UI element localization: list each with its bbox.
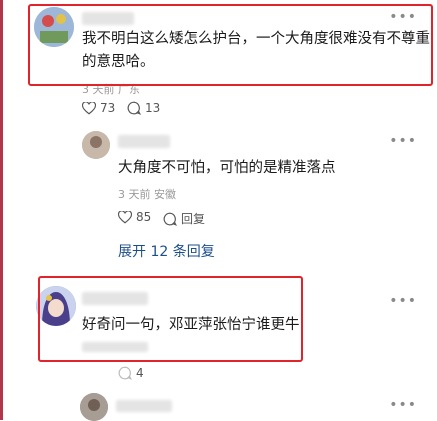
reply-text: 大角度不可怕，可怕的是精准落点	[118, 160, 336, 176]
reply-count: 13	[145, 101, 161, 115]
more-options-icon[interactable]: •••	[389, 133, 417, 149]
avatar-image-icon	[82, 131, 110, 159]
username-blurred	[116, 400, 172, 412]
reply-button[interactable]: 4	[118, 366, 144, 380]
like-button[interactable]: 73	[82, 101, 115, 115]
comment-bubble-icon	[118, 366, 132, 380]
reply-count: 4	[136, 366, 144, 380]
like-button[interactable]: 85	[118, 210, 151, 224]
more-options-icon[interactable]: •••	[389, 293, 417, 309]
heart-icon	[82, 101, 96, 114]
expand-replies-link[interactable]: 展开 12 条回复	[118, 241, 215, 261]
username-blurred	[118, 135, 170, 148]
highlight-box	[28, 4, 433, 86]
comment-bubble-icon	[127, 101, 141, 115]
avatar[interactable]	[82, 131, 110, 159]
highlight-box	[38, 276, 303, 362]
like-count: 85	[136, 210, 152, 224]
like-count: 73	[100, 101, 116, 115]
comment-bubble-icon	[163, 212, 177, 226]
reply-button[interactable]: 13	[127, 101, 160, 115]
heart-icon	[118, 210, 132, 223]
avatar-image-icon	[80, 393, 108, 421]
avatar[interactable]	[80, 393, 108, 421]
reply-button[interactable]: 回复	[163, 210, 205, 227]
more-options-icon[interactable]: •••	[389, 397, 417, 413]
reply-meta: 3 天前 安徽	[118, 188, 176, 201]
left-accent-bar	[0, 0, 3, 420]
reply-label: 回复	[181, 212, 206, 226]
